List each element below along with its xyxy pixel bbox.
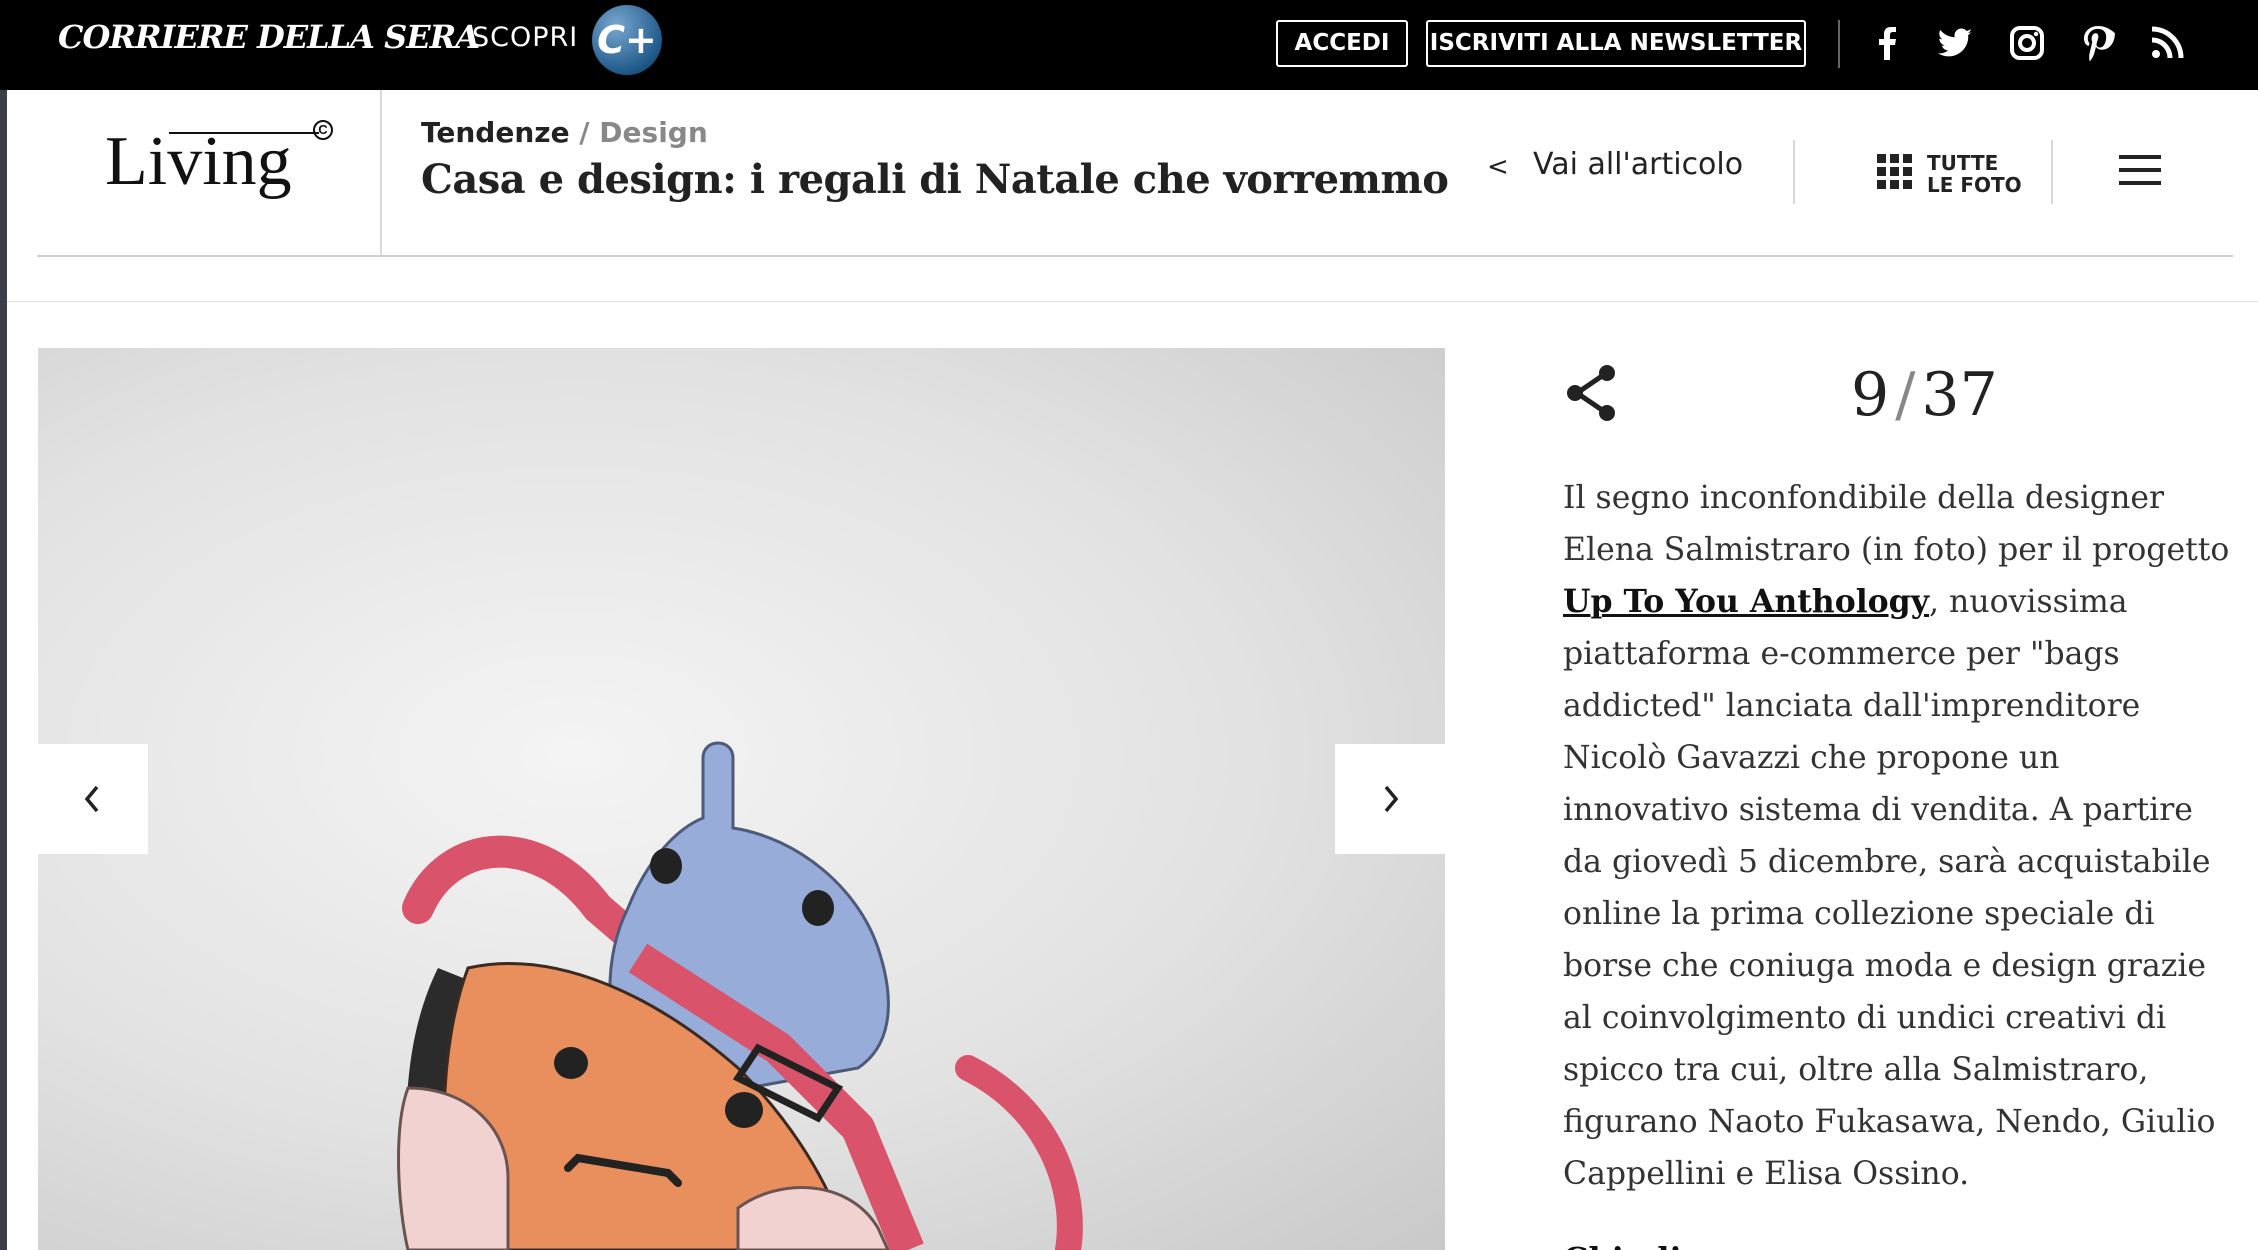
breadcrumb-separator: / bbox=[569, 116, 600, 149]
living-logo[interactable]: C Living bbox=[37, 90, 382, 256]
facebook-icon[interactable] bbox=[1864, 20, 1910, 66]
header-rule bbox=[37, 255, 2233, 257]
all-photos-line1: TUTTE bbox=[1927, 151, 1999, 175]
chevron-right-icon bbox=[1384, 785, 1399, 813]
page-title: Casa e design: i regali di Natale che vo… bbox=[421, 156, 1449, 203]
breadcrumb: Tendenze / Design bbox=[421, 116, 708, 149]
bag-illustration bbox=[397, 741, 1083, 1250]
photo-caption: Il segno inconfondibile della designer E… bbox=[1563, 472, 2233, 1200]
caption-text-start: Il segno inconfondibile della designer E… bbox=[1563, 480, 2230, 568]
close-caption-link[interactable]: Chiudi bbox=[1563, 1240, 1682, 1250]
share-icon[interactable] bbox=[1563, 362, 1621, 424]
header-bottom-rule bbox=[7, 301, 2258, 302]
breadcrumb-section[interactable]: Tendenze bbox=[421, 116, 570, 149]
up-to-you-anthology-link[interactable]: Up To You Anthology bbox=[1563, 583, 1929, 620]
counter-separator: / bbox=[1895, 360, 1916, 430]
gallery-photo[interactable] bbox=[38, 348, 1445, 1250]
grid-icon[interactable] bbox=[1877, 154, 1913, 190]
twitter-icon[interactable] bbox=[1932, 20, 1978, 66]
cplus-logo[interactable]: C+ bbox=[592, 5, 662, 75]
hamburger-menu-icon[interactable] bbox=[2119, 152, 2163, 188]
logo-copyright-mark: C bbox=[313, 120, 333, 140]
back-to-article-link[interactable]: Vai all'articolo bbox=[1533, 147, 1743, 182]
header-divider bbox=[1793, 140, 1795, 204]
newsletter-button[interactable]: ISCRIVITI ALLA NEWSLETTER bbox=[1426, 20, 1806, 67]
gallery-page: C Living Tendenze / Design Casa e design… bbox=[7, 90, 2258, 1250]
top-bar: CORRIERE DELLA SERA SCOPRI C+ ACCEDI ISC… bbox=[0, 0, 2258, 90]
photo-total: 37 bbox=[1921, 360, 1998, 430]
previous-photo-button[interactable] bbox=[38, 744, 148, 854]
next-photo-button[interactable] bbox=[1335, 744, 1445, 854]
corriere-logo[interactable]: CORRIERE DELLA SERA bbox=[58, 18, 480, 56]
instagram-icon[interactable] bbox=[2004, 20, 2050, 66]
chevron-left-icon bbox=[84, 785, 99, 813]
all-photos-line2: LE FOTO bbox=[1927, 173, 2022, 197]
breadcrumb-subsection[interactable]: Design bbox=[599, 116, 707, 149]
header-divider bbox=[2051, 140, 2053, 204]
photo-current: 9 bbox=[1851, 360, 1890, 430]
photo-counter: 9/37 bbox=[1851, 360, 1998, 430]
back-chevron-icon[interactable]: < bbox=[1487, 152, 1509, 182]
rss-icon[interactable] bbox=[2144, 20, 2190, 66]
scopri-label[interactable]: SCOPRI bbox=[472, 22, 578, 53]
pinterest-icon[interactable] bbox=[2074, 20, 2120, 66]
caption-text-end: , nuovissima piattaforma e-commerce per … bbox=[1563, 584, 2216, 1192]
topbar-divider bbox=[1838, 20, 1840, 68]
living-logo-text: Living bbox=[105, 123, 292, 200]
all-photos-link[interactable]: TUTTE LE FOTO bbox=[1927, 152, 2022, 196]
gallery-header: C Living Tendenze / Design Casa e design… bbox=[7, 90, 2258, 302]
login-button[interactable]: ACCEDI bbox=[1276, 20, 1408, 67]
